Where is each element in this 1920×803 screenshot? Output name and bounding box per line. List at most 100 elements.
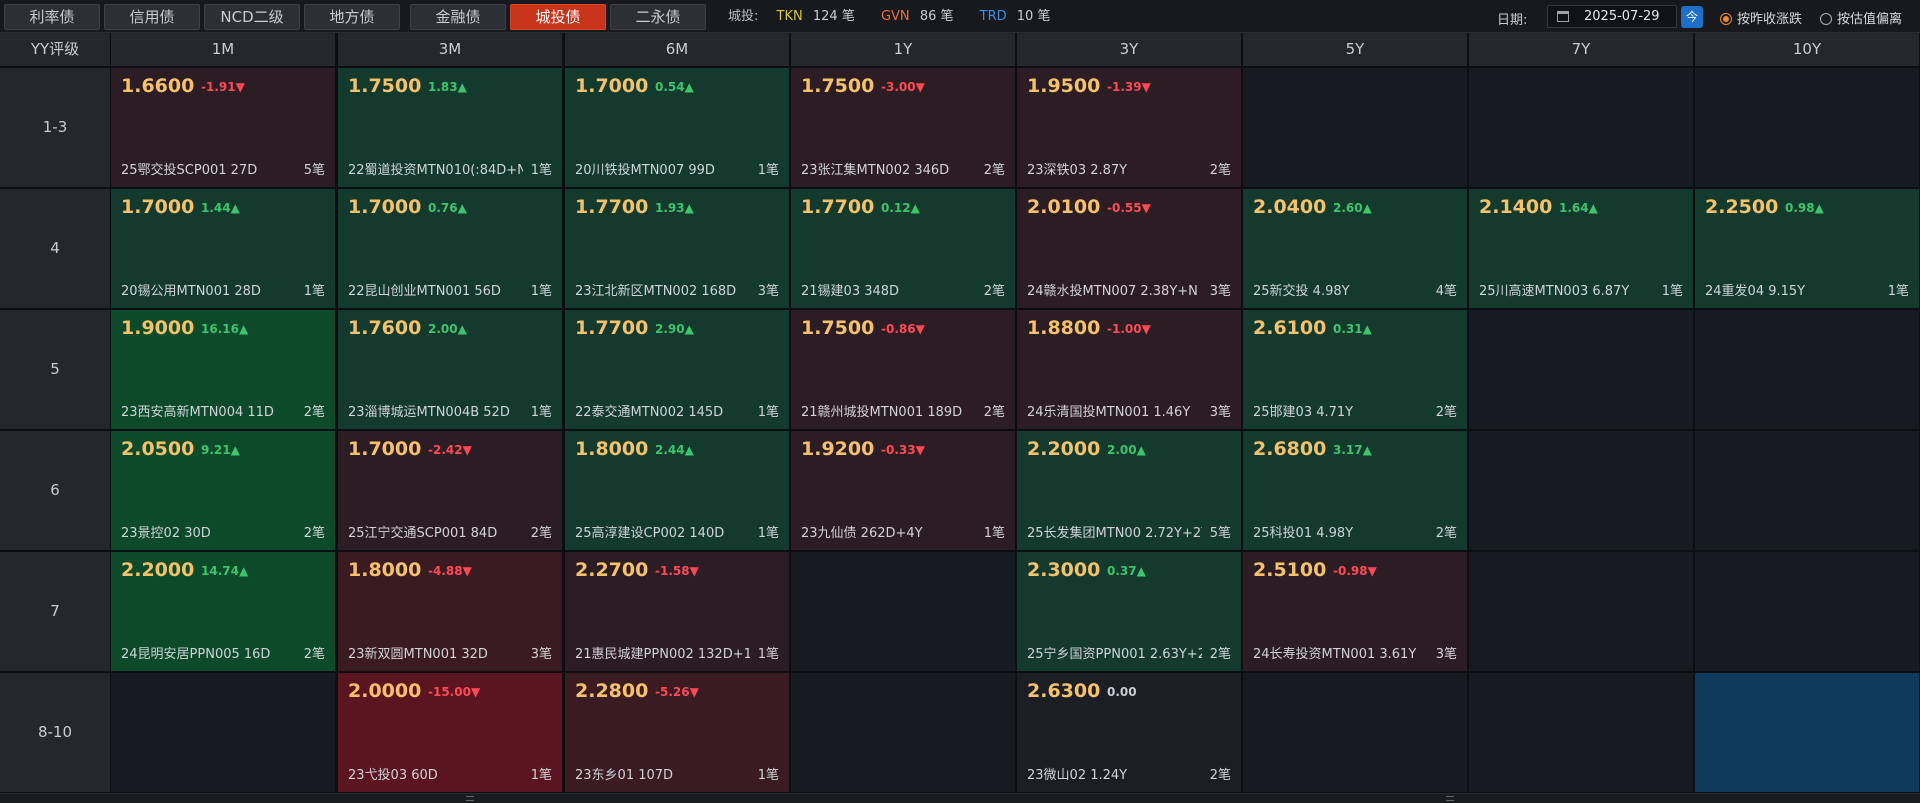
radio-icon[interactable] <box>1820 13 1832 25</box>
tab-6[interactable]: 二永债 <box>610 4 706 30</box>
splitter-grip-icon[interactable] <box>466 796 474 801</box>
quote-cell[interactable]: 1.7000 0.76▲ 22昆山创业MTN001 56D 1笔 <box>338 189 562 308</box>
quote-cell[interactable]: 1.8000 -4.88▼ 23新双圆MTN001 32D 3笔 <box>338 552 562 671</box>
quote-cell[interactable]: 1.6600 -1.91▼ 25鄂交投SCP001 27D 5笔 <box>111 68 335 187</box>
bond-name: 24重发04 9.15Y <box>1705 284 1806 299</box>
quote-cell[interactable]: 1.7000 -2.42▼ 25江宁交通SCP001 84D 2笔 <box>338 431 562 550</box>
splitter-grip-icon[interactable] <box>1446 796 1454 801</box>
empty-cell <box>1695 431 1919 550</box>
trade-count: 2笔 <box>983 284 1005 299</box>
bond-name: 25科投01 4.98Y <box>1253 526 1354 541</box>
radio-label: 按估值偏离 <box>1837 12 1903 27</box>
quote-cell[interactable]: 1.7600 2.00▲ 23淄博城运MTN004B 52D 1笔 <box>338 310 562 429</box>
tab-0[interactable]: 利率债 <box>4 4 100 30</box>
quote-cell[interactable]: 2.6100 0.31▲ 25邯建03 4.71Y 2笔 <box>1243 310 1467 429</box>
quote-cell[interactable]: 2.0400 2.60▲ 25新交投 4.98Y 4笔 <box>1243 189 1467 308</box>
quote-cell[interactable]: 2.1400 1.64▲ 25川高速MTN003 6.87Y 1笔 <box>1469 189 1693 308</box>
radio-deviation-by-valuation[interactable]: 按估值偏离 <box>1820 8 1903 27</box>
column-header-10y[interactable]: 10Y <box>1695 33 1919 66</box>
quote-cell[interactable]: 2.0500 9.21▲ 23景控02 30D 2笔 <box>111 431 335 550</box>
trade-count: 1笔 <box>983 526 1005 541</box>
column-header-3y[interactable]: 3Y <box>1017 33 1241 66</box>
bond-name: 22昆山创业MTN001 56D <box>348 284 501 299</box>
quote-cell[interactable]: 1.9500 -1.39▼ 23深铁03 2.87Y 2笔 <box>1017 68 1241 187</box>
selected-empty-cell[interactable] <box>1695 673 1919 792</box>
trade-count: 1笔 <box>530 405 552 420</box>
today-button[interactable]: 今 <box>1681 6 1703 28</box>
trade-count: 1笔 <box>530 768 552 783</box>
quote-cell[interactable]: 1.7700 0.12▲ 21锡建03 348D 2笔 <box>791 189 1015 308</box>
yield-value: 2.2000 <box>121 559 195 581</box>
column-header-1y[interactable]: 1Y <box>791 33 1015 66</box>
bond-name: 20川铁投MTN007 99D <box>575 163 715 178</box>
trade-count: 1笔 <box>1661 284 1683 299</box>
bottom-splitter[interactable] <box>0 793 1920 803</box>
quote-cell[interactable]: 2.2500 0.98▲ 24重发04 9.15Y 1笔 <box>1695 189 1919 308</box>
empty-cell <box>1243 68 1467 187</box>
trade-count: 2笔 <box>1435 405 1457 420</box>
bond-name: 24长寿投资MTN001 3.61Y <box>1253 647 1417 662</box>
quote-cell[interactable]: 1.9000 16.16▲ 23西安高新MTN004 11D 2笔 <box>111 310 335 429</box>
trade-count: 1笔 <box>757 405 779 420</box>
bond-name: 23景控02 30D <box>121 526 211 541</box>
change-value: 2.00▲ <box>428 322 467 336</box>
quote-cell[interactable]: 1.7000 0.54▲ 20川铁投MTN007 99D 1笔 <box>565 68 789 187</box>
quote-cell[interactable]: 2.0100 -0.55▼ 24赣水投MTN007 2.38Y+N 3笔 <box>1017 189 1241 308</box>
tab-3[interactable]: 地方债 <box>304 4 400 30</box>
date-value: 2025-07-29 <box>1584 9 1660 24</box>
change-value: 2.90▲ <box>655 322 694 336</box>
row-header-rating: 6 <box>0 431 110 550</box>
bond-name: 25鄂交投SCP001 27D <box>121 163 258 178</box>
bond-name: 25新交投 4.98Y <box>1253 284 1350 299</box>
trade-count: 3笔 <box>530 647 552 662</box>
empty-cell <box>1469 552 1693 671</box>
quote-cell[interactable]: 2.2800 -5.26▼ 23东乡01 107D 1笔 <box>565 673 789 792</box>
quote-cell[interactable]: 1.7500 1.83▲ 22蜀道投资MTN010(:84D+N 1笔 <box>338 68 562 187</box>
radio-change-by-close[interactable]: 按昨收涨跌 <box>1720 8 1802 27</box>
empty-cell <box>1469 431 1693 550</box>
yield-value: 1.9200 <box>801 438 875 460</box>
quote-cell[interactable]: 2.2700 -1.58▼ 21惠民城建PPN002 132D+1Y 1笔 <box>565 552 789 671</box>
quote-cell[interactable]: 1.7500 -0.86▼ 21赣州城投MTN001 189D 2笔 <box>791 310 1015 429</box>
quote-cell[interactable]: 1.7000 1.44▲ 20锡公用MTN001 28D 1笔 <box>111 189 335 308</box>
change-value: -1.00▼ <box>1107 322 1151 336</box>
column-header-7y[interactable]: 7Y <box>1469 33 1693 66</box>
date-input[interactable]: 2025-07-29 <box>1547 5 1677 28</box>
bond-name: 24乐清国投MTN001 1.46Y <box>1027 405 1191 420</box>
trade-count: 2笔 <box>303 526 325 541</box>
radio-icon[interactable] <box>1720 13 1732 25</box>
quote-cell[interactable]: 1.7700 1.93▲ 23江北新区MTN002 168D 3笔 <box>565 189 789 308</box>
tab-5[interactable]: 城投债 <box>510 4 606 30</box>
column-header-5y[interactable]: 5Y <box>1243 33 1467 66</box>
quote-cell[interactable]: 2.5100 -0.98▼ 24长寿投资MTN001 3.61Y 3笔 <box>1243 552 1467 671</box>
column-header-3m[interactable]: 3M <box>338 33 562 66</box>
change-value: 16.16▲ <box>201 322 249 336</box>
quote-cell[interactable]: 1.7700 2.90▲ 22泰交通MTN002 145D 1笔 <box>565 310 789 429</box>
top-toolbar: 利率债 信用债 NCD二级 地方债 金融债 城投债 二永债 城投: TKN 124 笔 GV… <box>0 0 1920 33</box>
quote-cell[interactable]: 1.9200 -0.33▼ 23九仙债 262D+4Y 1笔 <box>791 431 1015 550</box>
trade-count: 1笔 <box>530 163 552 178</box>
tab-1[interactable]: 信用债 <box>104 4 200 30</box>
quote-cell[interactable]: 2.6300 0.00 23微山02 1.24Y 2笔 <box>1017 673 1241 792</box>
calendar-icon[interactable] <box>1557 11 1569 22</box>
quote-cell[interactable]: 2.6800 3.17▲ 25科投01 4.98Y 2笔 <box>1243 431 1467 550</box>
trd-label: TRD <box>979 9 1007 24</box>
change-value: 1.44▲ <box>201 201 240 215</box>
column-header-6m[interactable]: 6M <box>565 33 789 66</box>
quote-cell[interactable]: 1.8000 2.44▲ 25高淳建设CP002 140D 1笔 <box>565 431 789 550</box>
change-value: -0.33▼ <box>881 443 925 457</box>
column-header-1m[interactable]: 1M <box>111 33 335 66</box>
quote-cell[interactable]: 1.8800 -1.00▼ 24乐清国投MTN001 1.46Y 3笔 <box>1017 310 1241 429</box>
empty-cell <box>1469 673 1693 792</box>
trade-count: 2笔 <box>983 405 1005 420</box>
tab-2[interactable]: NCD二级 <box>204 4 300 30</box>
trade-count: 5笔 <box>303 163 325 178</box>
quote-cell[interactable]: 2.2000 14.74▲ 24昆明安居PPN005 16D 2笔 <box>111 552 335 671</box>
tab-4[interactable]: 金融债 <box>410 4 506 30</box>
change-value: -0.98▼ <box>1333 564 1377 578</box>
quote-cell[interactable]: 2.2000 2.00▲ 25长发集团MTN00 2.72Y+2Y 5笔 <box>1017 431 1241 550</box>
yield-value: 2.1400 <box>1479 196 1553 218</box>
quote-cell[interactable]: 1.7500 -3.00▼ 23张江集MTN002 346D 2笔 <box>791 68 1015 187</box>
quote-cell[interactable]: 2.3000 0.37▲ 25宁乡国资PPN001 2.63Y+2Y 2笔 <box>1017 552 1241 671</box>
quote-cell[interactable]: 2.0000 -15.00▼ 23弋投03 60D 1笔 <box>338 673 562 792</box>
